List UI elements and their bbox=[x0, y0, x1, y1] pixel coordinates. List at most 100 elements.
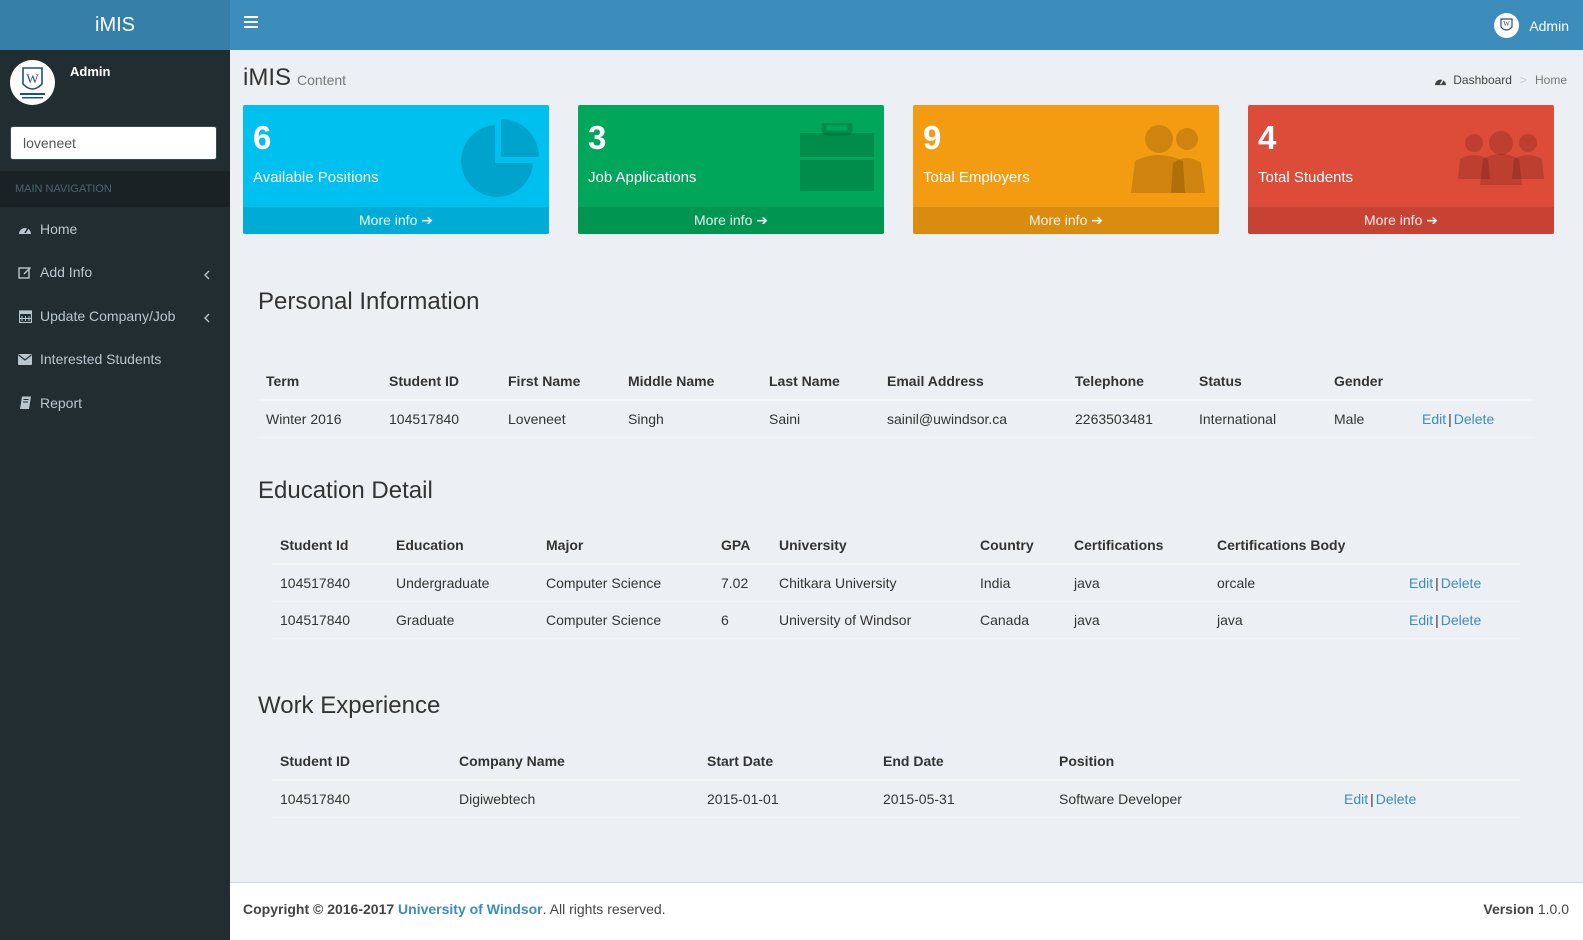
edit-icon bbox=[18, 265, 32, 279]
education-table: Student Id Education Major GPA Universit… bbox=[272, 526, 1520, 639]
edit-link[interactable]: Edit bbox=[1409, 575, 1433, 591]
box-label: Job Applications bbox=[588, 169, 697, 186]
breadcrumb-dashboard[interactable]: Dashboard bbox=[1453, 73, 1512, 87]
box-label: Available Positions bbox=[253, 169, 379, 186]
cell-middle-name: Singh bbox=[620, 400, 761, 438]
app-logo[interactable]: iMIS bbox=[0, 0, 230, 50]
cell-university: University of Windsor bbox=[771, 601, 972, 639]
table-row: 104517840 Undergraduate Computer Science… bbox=[272, 564, 1520, 602]
edit-link[interactable]: Edit bbox=[1422, 411, 1446, 427]
column-header: Company Name bbox=[451, 742, 699, 781]
box-number: 6 bbox=[253, 119, 272, 156]
column-header: Gender bbox=[1326, 362, 1414, 401]
column-header: Position bbox=[1051, 742, 1336, 781]
cell-status: International bbox=[1191, 400, 1326, 438]
table-row: 104517840 Digiwebtech 2015-01-01 2015-05… bbox=[272, 780, 1520, 818]
sidebar-user-name: Admin bbox=[70, 64, 111, 79]
page-subtitle: Content bbox=[297, 72, 347, 88]
cell-position: Software Developer bbox=[1051, 780, 1336, 818]
cell-student-id: 104517840 bbox=[272, 780, 451, 818]
column-header: Status bbox=[1191, 362, 1326, 401]
section-title-personal: Personal Information bbox=[258, 288, 480, 315]
column-header: First Name bbox=[500, 362, 620, 401]
row-actions: Edit | Delete bbox=[1401, 601, 1520, 639]
cell-major: Computer Science bbox=[538, 601, 713, 639]
column-header: Education bbox=[388, 526, 538, 565]
more-info-link[interactable]: More info ➔ bbox=[913, 207, 1219, 234]
breadcrumb-separator: > bbox=[1519, 73, 1527, 87]
column-header: Major bbox=[538, 526, 713, 565]
box-label: Total Employers bbox=[923, 169, 1030, 186]
top-navbar: W Admin bbox=[230, 0, 1583, 50]
column-header: Certifications Body bbox=[1209, 526, 1401, 565]
cell-student-id: 104517840 bbox=[381, 400, 500, 438]
delete-link[interactable]: Delete bbox=[1441, 575, 1481, 591]
avatar: W bbox=[10, 60, 55, 105]
delete-link[interactable]: Delete bbox=[1376, 791, 1416, 807]
cell-telephone: 2263503481 bbox=[1067, 400, 1191, 438]
group-icon bbox=[1456, 129, 1546, 188]
sidebar-search bbox=[10, 126, 217, 160]
users-icon bbox=[1127, 123, 1211, 196]
cell-certifications: java bbox=[1066, 564, 1209, 602]
page-title-text: iMIS bbox=[243, 64, 291, 91]
cell-student-id: 104517840 bbox=[272, 601, 388, 639]
cell-country: India bbox=[972, 564, 1066, 602]
delete-link[interactable]: Delete bbox=[1454, 411, 1494, 427]
sidebar-toggle-icon[interactable] bbox=[244, 16, 258, 28]
delete-link[interactable]: Delete bbox=[1441, 612, 1481, 628]
sidebar-item-label: Home bbox=[40, 220, 78, 237]
search-input[interactable] bbox=[11, 127, 216, 159]
box-number: 3 bbox=[588, 119, 607, 156]
book-icon bbox=[18, 396, 32, 410]
cell-gpa: 6 bbox=[713, 601, 771, 639]
sidebar-item-label: Interested Students bbox=[40, 351, 162, 368]
arrow-circle-right-icon: ➔ bbox=[421, 212, 433, 228]
cell-start-date: 2015-01-01 bbox=[699, 780, 875, 818]
arrow-circle-right-icon: ➔ bbox=[756, 212, 768, 228]
dashboard-icon bbox=[18, 222, 32, 236]
sidebar-item-label: Update Company/Job bbox=[40, 307, 176, 324]
more-info-link[interactable]: More info ➔ bbox=[1248, 207, 1554, 234]
calendar-icon bbox=[18, 309, 32, 323]
user-menu[interactable]: W Admin bbox=[1494, 13, 1569, 38]
column-header: Middle Name bbox=[620, 362, 761, 401]
university-link[interactable]: University of Windsor bbox=[398, 901, 543, 917]
row-actions: Edit | Delete bbox=[1336, 780, 1520, 818]
row-actions: Edit | Delete bbox=[1414, 400, 1534, 438]
cell-student-id: 104517840 bbox=[272, 564, 388, 602]
box-number: 9 bbox=[923, 119, 942, 156]
total-students-box: 4 Total Students More info ➔ bbox=[1248, 105, 1554, 234]
table-header-row: Student ID Company Name Start Date End D… bbox=[272, 742, 1520, 781]
sidebar-item-home[interactable]: Home bbox=[0, 207, 230, 251]
available-positions-box: 6 Available Positions More info ➔ bbox=[243, 105, 549, 234]
section-title-work: Work Experience bbox=[258, 692, 441, 719]
edit-link[interactable]: Edit bbox=[1344, 791, 1368, 807]
column-header: Student ID bbox=[272, 742, 451, 781]
box-label: Total Students bbox=[1258, 169, 1354, 186]
version-text: Version 1.0.0 bbox=[1483, 901, 1569, 917]
more-info-link[interactable]: More info ➔ bbox=[578, 207, 884, 234]
search-button[interactable] bbox=[216, 127, 217, 159]
column-header: Country bbox=[972, 526, 1066, 565]
cell-certifications: java bbox=[1066, 601, 1209, 639]
cell-certifications-body: orcale bbox=[1209, 564, 1401, 602]
column-header: GPA bbox=[713, 526, 771, 565]
chevron-left-icon bbox=[204, 267, 210, 283]
sidebar-item-update-company-job[interactable]: Update Company/Job bbox=[0, 294, 230, 338]
svg-text:W: W bbox=[26, 71, 39, 86]
cell-major: Computer Science bbox=[538, 564, 713, 602]
column-header: Certifications bbox=[1066, 526, 1209, 565]
user-name: Admin bbox=[1529, 17, 1569, 34]
sidebar-item-report[interactable]: Report bbox=[0, 381, 230, 425]
work-experience-table: Student ID Company Name Start Date End D… bbox=[272, 742, 1520, 818]
sidebar-item-add-info[interactable]: Add Info bbox=[0, 251, 230, 295]
cell-certifications-body: java bbox=[1209, 601, 1401, 639]
column-header bbox=[1414, 362, 1534, 401]
edit-link[interactable]: Edit bbox=[1409, 612, 1433, 628]
column-header bbox=[1336, 742, 1520, 781]
column-header: Email Address bbox=[879, 362, 1067, 401]
more-info-link[interactable]: More info ➔ bbox=[243, 207, 549, 234]
table-row: Winter 2016 104517840 Loveneet Singh Sai… bbox=[258, 400, 1534, 438]
sidebar-item-interested-students[interactable]: Interested Students bbox=[0, 338, 230, 382]
